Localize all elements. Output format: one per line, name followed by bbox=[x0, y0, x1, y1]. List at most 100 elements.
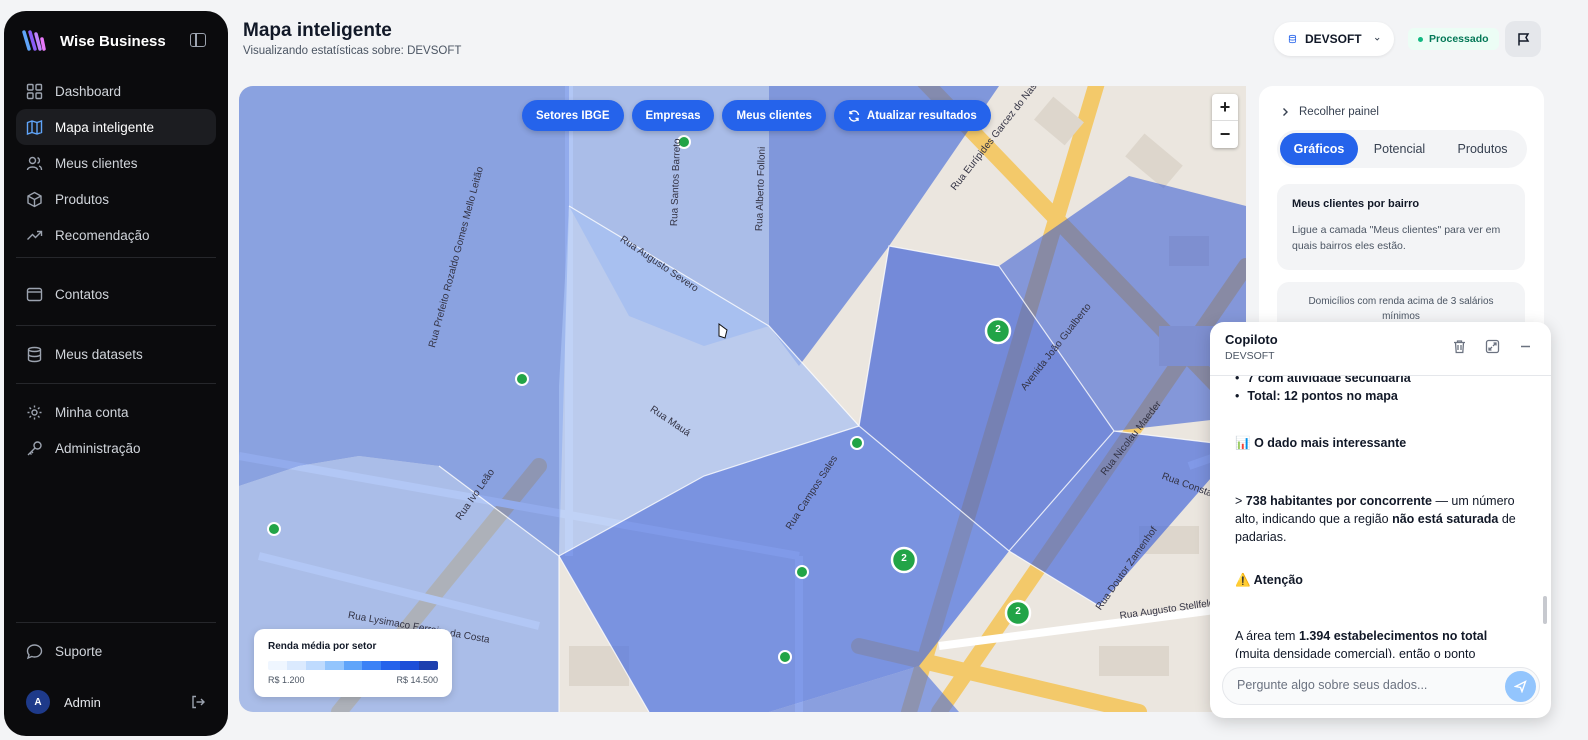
sidebar-item-mapa-inteligente[interactable]: Mapa inteligente bbox=[16, 109, 216, 145]
user-name: Admin bbox=[64, 694, 101, 710]
flag-button[interactable] bbox=[1505, 21, 1541, 57]
database-icon bbox=[1288, 34, 1297, 44]
sidebar-item-produtos[interactable]: Produtos bbox=[16, 181, 216, 217]
page-title: Mapa inteligente bbox=[243, 20, 392, 41]
database-icon bbox=[27, 346, 42, 362]
message-quote: > 738 habitantes por concorrente — um nú… bbox=[1235, 492, 1517, 546]
paragraph-text: (muita densidade comercial), então o pon… bbox=[1235, 647, 1476, 658]
contacts-icon bbox=[26, 287, 43, 301]
layer-setores-ibge-button[interactable]: Setores IBGE bbox=[522, 100, 624, 131]
logout-icon[interactable] bbox=[190, 694, 206, 710]
grid-icon bbox=[26, 83, 43, 99]
map-canvas[interactable]: Rua Prefeito Rozaldo Gomes Mello Leitão … bbox=[239, 86, 1246, 712]
workspace-select[interactable]: DEVSOFT bbox=[1274, 22, 1394, 56]
sidebar-item-meus-datasets[interactable]: Meus datasets bbox=[16, 336, 216, 372]
map-icon bbox=[26, 119, 43, 135]
tab-potencial[interactable]: Potencial bbox=[1358, 133, 1441, 165]
legend-swatch bbox=[343, 661, 363, 670]
copilot-scrollbar[interactable] bbox=[1543, 378, 1547, 656]
sidebar-item-suporte[interactable]: Suporte bbox=[16, 633, 216, 669]
divider bbox=[16, 325, 216, 326]
users-icon bbox=[26, 156, 43, 170]
map-layer-controls: Setores IBGE Empresas Meus clientes Atua… bbox=[522, 100, 991, 131]
sidebar-item-meus-clientes[interactable]: Meus clientes bbox=[16, 145, 216, 181]
tab-produtos[interactable]: Produtos bbox=[1441, 133, 1524, 165]
brand[interactable]: Wise Business bbox=[22, 29, 166, 53]
heading-text: O dado mais interessante bbox=[1254, 436, 1407, 450]
section-heading: 📊 O dado mais interessante bbox=[1235, 434, 1406, 452]
card-title: Meus clientes por bairro bbox=[1292, 198, 1420, 210]
zoom-in-button[interactable]: + bbox=[1212, 94, 1238, 121]
collapse-label: Recolher painel bbox=[1299, 106, 1379, 118]
cluster-count[interactable]: 2 bbox=[992, 324, 1004, 335]
map-legend: Renda média por setor R$ 1.200 R$ 14.500 bbox=[254, 629, 452, 697]
sidebar-item-administracao[interactable]: Administração bbox=[16, 430, 216, 466]
chevron-down-icon bbox=[1374, 37, 1380, 41]
sidebar-item-label: Administração bbox=[55, 440, 141, 456]
sidebar-collapse-icon[interactable] bbox=[190, 33, 206, 47]
box-icon bbox=[27, 191, 42, 207]
legend-swatch bbox=[381, 661, 401, 670]
bullet-text: Total: 12 pontos no mapa bbox=[1247, 389, 1398, 403]
sidebar-item-minha-conta[interactable]: Minha conta bbox=[16, 394, 216, 430]
collapse-panel-button[interactable]: Recolher painel bbox=[1281, 106, 1379, 118]
refresh-icon bbox=[848, 109, 860, 122]
expand-icon[interactable] bbox=[1485, 339, 1500, 354]
warning-emoji-icon: ⚠️ bbox=[1235, 573, 1251, 587]
sidebar-item-label: Minha conta bbox=[55, 404, 129, 420]
button-label: Meus clientes bbox=[736, 109, 812, 122]
zoom-out-button[interactable]: − bbox=[1212, 121, 1238, 148]
sidebar-item-label: Meus datasets bbox=[55, 346, 143, 362]
nav-contacts: Contatos bbox=[16, 276, 216, 312]
copilot-input-box bbox=[1222, 667, 1540, 705]
sidebar-item-label: Dashboard bbox=[55, 83, 122, 99]
user-profile[interactable]: A Admin bbox=[26, 690, 206, 714]
tab-graficos[interactable]: Gráficos bbox=[1280, 133, 1358, 165]
nav-settings: Minha conta Administração bbox=[16, 394, 216, 466]
chart-emoji-icon: 📊 bbox=[1235, 436, 1251, 450]
scrollbar-thumb[interactable] bbox=[1543, 596, 1547, 624]
sidebar-item-label: Suporte bbox=[55, 643, 103, 659]
legend-swatch bbox=[305, 661, 325, 670]
copilot-messages: • 7 com atividade secundária • Total: 12 p… bbox=[1235, 376, 1520, 658]
bullet-text: 7 com atividade secundária bbox=[1247, 376, 1411, 385]
sidebar-item-dashboard[interactable]: Dashboard bbox=[16, 73, 216, 109]
flag-icon bbox=[1517, 32, 1529, 45]
button-label: Setores IBGE bbox=[536, 109, 610, 122]
cluster-count[interactable]: 2 bbox=[898, 553, 910, 564]
key-icon bbox=[27, 440, 42, 455]
refresh-results-button[interactable]: Atualizar resultados bbox=[833, 100, 991, 131]
paragraph-bold: 1.394 estabelecimentos no total bbox=[1298, 629, 1488, 643]
layer-meus-clientes-button[interactable]: Meus clientes bbox=[722, 100, 826, 131]
cluster-count[interactable]: 2 bbox=[1012, 606, 1024, 617]
paragraph-text: A área tem bbox=[1235, 629, 1299, 643]
legend-swatch bbox=[419, 661, 438, 670]
sidebar-item-contatos[interactable]: Contatos bbox=[16, 276, 216, 312]
panel-tabs: Gráficos Potencial Produtos bbox=[1277, 130, 1527, 168]
copilot-question-input[interactable] bbox=[1237, 678, 1497, 692]
copilot-subtitle: DEVSOFT bbox=[1225, 350, 1275, 362]
zoom-control: + − bbox=[1212, 94, 1238, 148]
wise-logo-icon bbox=[22, 30, 46, 51]
copilot-window: Copiloto DEVSOFT • 7 com atividade secund… bbox=[1210, 322, 1551, 718]
legend-swatch bbox=[286, 661, 306, 670]
sidebar-item-label: Produtos bbox=[55, 191, 110, 207]
quote-bold: não está saturada bbox=[1392, 512, 1499, 526]
button-label: Empresas bbox=[645, 109, 701, 122]
legend-min: R$ 1.200 bbox=[268, 675, 305, 685]
sidebar: Wise Business Dashboard Mapa inteligente… bbox=[4, 11, 228, 736]
section-heading: ⚠️ Atenção bbox=[1235, 571, 1303, 589]
button-label: Atualizar resultados bbox=[866, 109, 977, 122]
sidebar-item-recomendacao[interactable]: Recomendação bbox=[16, 217, 216, 253]
legend-title: Renda média por setor bbox=[268, 641, 377, 652]
send-icon bbox=[1514, 680, 1527, 693]
status-label: Processado bbox=[1429, 33, 1489, 45]
divider bbox=[16, 622, 216, 623]
legend-max: R$ 14.500 bbox=[396, 675, 438, 685]
trash-icon[interactable] bbox=[1452, 339, 1467, 354]
send-button[interactable] bbox=[1505, 671, 1536, 702]
layer-empresas-button[interactable]: Empresas bbox=[631, 100, 715, 131]
gear-icon bbox=[27, 405, 42, 419]
quote-marker: > bbox=[1235, 494, 1243, 508]
minimize-icon[interactable] bbox=[1518, 339, 1533, 354]
